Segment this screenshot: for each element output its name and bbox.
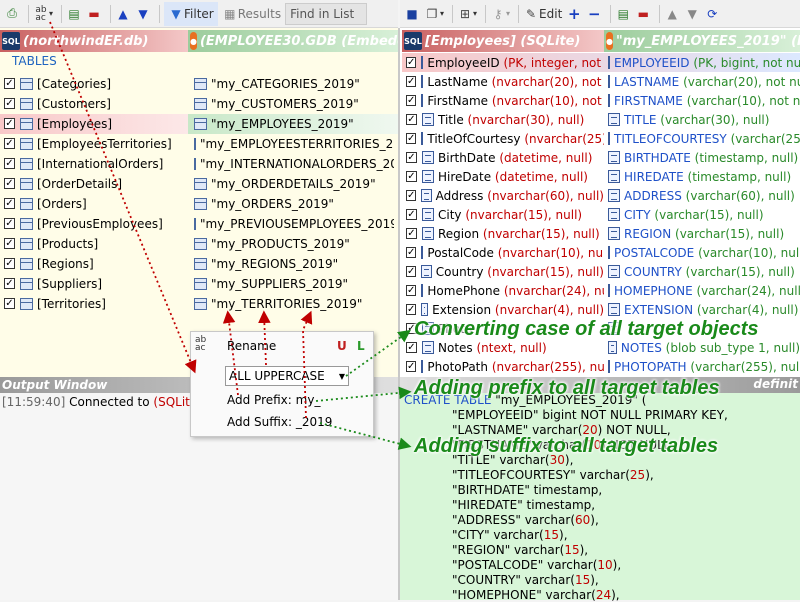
suffix-annotation: Adding suffix to all target tables — [414, 435, 718, 458]
arrow-case-annotation — [346, 332, 408, 376]
arrow-prefix-to-name — [228, 314, 238, 395]
arrow-to-rename — [50, 22, 194, 370]
arrow-case-to-name — [264, 314, 266, 365]
arrow-suffix-annotation — [320, 423, 408, 446]
annotation-arrows — [0, 0, 800, 600]
prefix-annotation: Adding prefix to all target tables — [414, 377, 720, 400]
case-annotation: Converting case of all target objects — [414, 318, 759, 341]
arrow-prefix-annotation — [316, 392, 408, 401]
arrow-suffix-to-name — [303, 314, 310, 418]
